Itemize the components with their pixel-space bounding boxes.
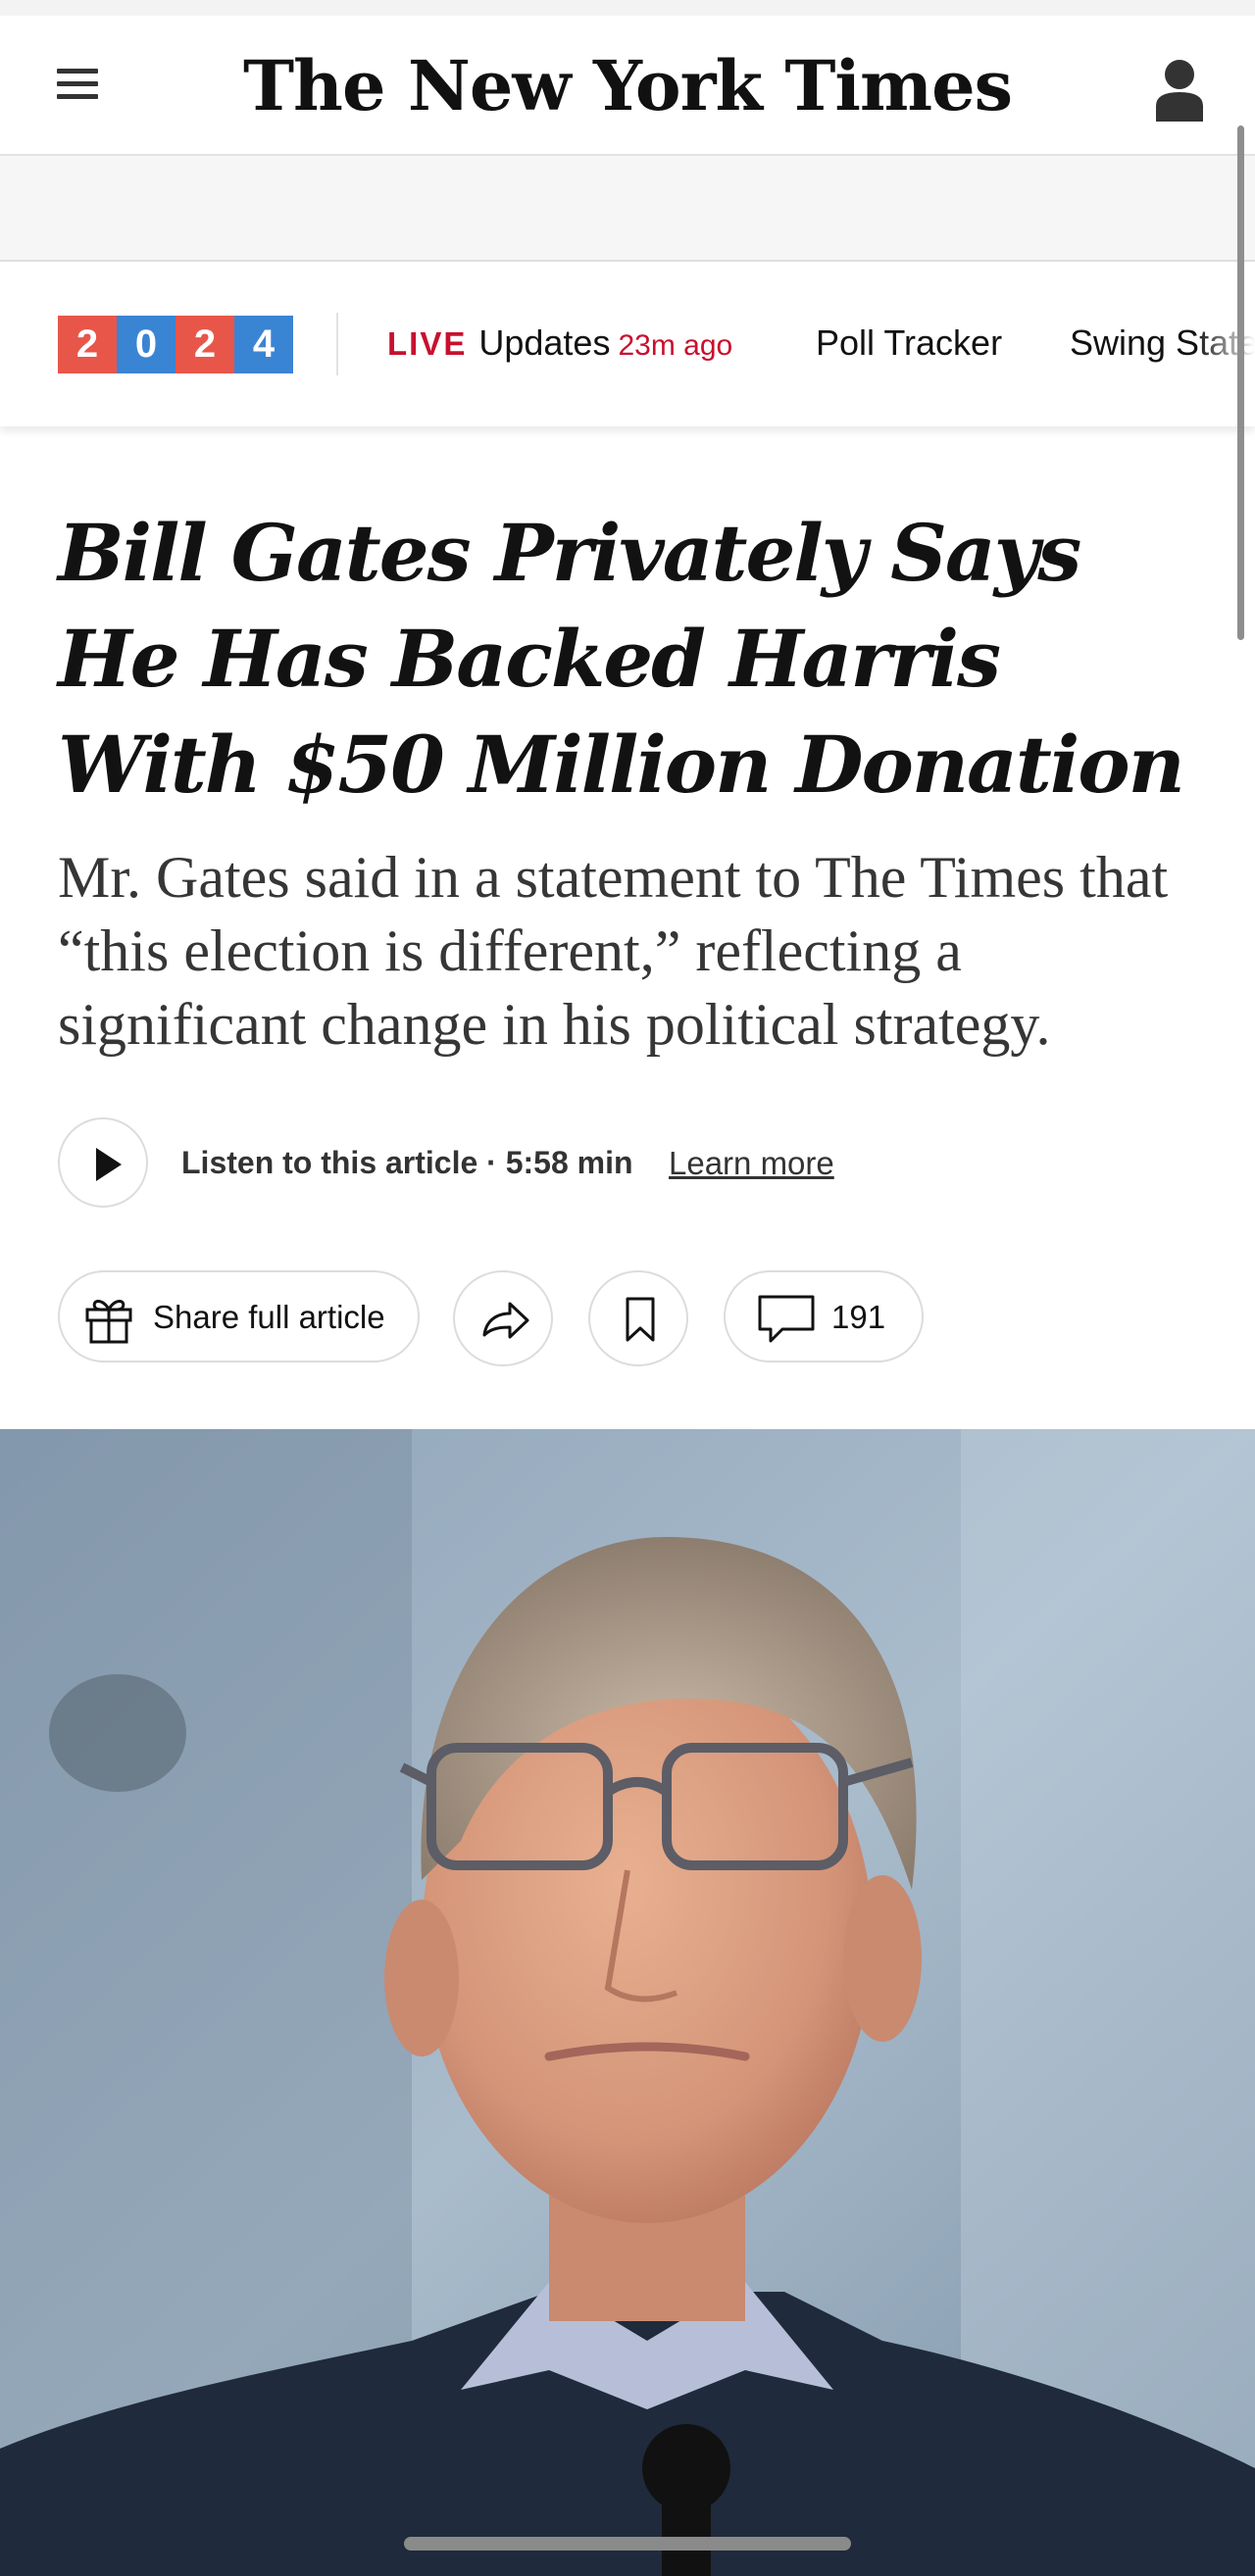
poll-tracker-link[interactable]: Poll Tracker [816,322,1002,364]
article-headline: Bill Gates Privately Says He Has Backed … [58,507,1185,811]
scroll-fade [1196,262,1255,426]
nyt-logo[interactable]: The New York Times [0,45,1255,126]
user-icon[interactable] [1152,57,1207,124]
learn-more-link[interactable]: Learn more [669,1145,834,1182]
share-button[interactable] [453,1270,553,1366]
ad-placeholder [0,156,1255,262]
live-updates-link[interactable]: LIVE Updates 23m ago [387,322,732,368]
live-timestamp: 23m ago [618,329,733,362]
audio-player: Listen to this article · 5:58 min Learn … [58,1117,1038,1212]
year-digit: 2 [58,316,117,373]
play-icon[interactable] [58,1117,148,1208]
article-summary: Mr. Gates said in a statement to The Tim… [58,845,1169,1057]
live-updates-label: Updates [478,322,611,363]
masthead: The New York Times [0,16,1255,156]
comment-icon [758,1295,815,1343]
election-2024-badge[interactable]: 2 0 2 4 [58,316,293,373]
scrollbar[interactable] [1237,125,1244,640]
share-full-article-button[interactable]: Share full article [58,1270,420,1362]
share-arrow-icon [482,1302,529,1339]
home-indicator [404,2537,851,2551]
share-full-label: Share full article [153,1299,385,1335]
year-digit: 0 [117,316,176,373]
status-strip [0,0,1255,16]
year-digit: 2 [176,316,234,373]
gift-icon [85,1300,132,1344]
bookmark-icon [626,1297,655,1342]
election-nav-bar: 2 0 2 4 LIVE Updates 23m ago Poll Tracker … [0,262,1255,426]
comments-button[interactable]: 191 [724,1270,924,1362]
article-toolbar: Share full article 191 [58,1270,1195,1366]
comment-count: 191 [831,1299,886,1335]
divider [336,313,338,375]
article-photo [0,1429,1255,2576]
save-button[interactable] [588,1270,688,1366]
live-tag: LIVE [387,325,468,362]
year-digit: 4 [234,316,293,373]
listen-label: Listen to this article · 5:58 min [181,1145,633,1180]
